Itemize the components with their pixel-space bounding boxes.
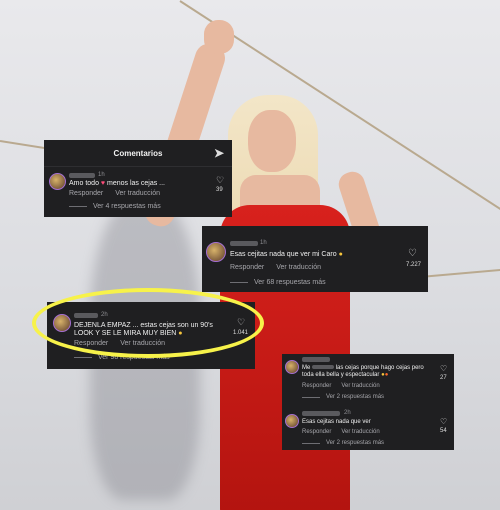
username-blurred[interactable]: [302, 357, 330, 362]
like-heart-icon[interactable]: ♡: [440, 364, 447, 373]
comments-panel-top: Comentarios ➤ 1h Amo todo ♥ menos las ce…: [44, 140, 232, 217]
comment-time: 2h: [344, 410, 351, 416]
rope: [419, 268, 500, 278]
comment-text: Amo todo ♥ menos las cejas ...: [69, 180, 165, 187]
comment-actions: Responder Ver traducción: [302, 429, 380, 435]
comments-header: Comentarios ➤: [44, 140, 232, 167]
like-count: 54: [440, 428, 447, 434]
face: [248, 110, 296, 172]
like-heart-icon[interactable]: ♡: [440, 417, 447, 426]
view-replies-button[interactable]: Ver 2 respuestas más: [302, 440, 384, 446]
comment-time: 1h: [98, 172, 105, 178]
yellow-highlight-ellipse: [32, 288, 264, 358]
emoji-icon: ●: [338, 251, 343, 258]
translate-button[interactable]: Ver traducción: [341, 383, 379, 389]
send-icon[interactable]: ➤: [214, 146, 224, 160]
comment-text: Esas cejitas nada que ver: [302, 419, 371, 425]
like-heart-icon[interactable]: ♡: [408, 248, 417, 259]
translate-button[interactable]: Ver traducción: [115, 190, 160, 197]
avatar[interactable]: [206, 242, 226, 262]
comments-title: Comentarios: [113, 148, 163, 158]
translate-button[interactable]: Ver traducción: [341, 429, 379, 435]
comment-actions: Responder Ver traducción: [302, 383, 380, 389]
view-replies-button[interactable]: Ver 68 respuestas más: [230, 279, 326, 286]
comment-text: Esas cejitas nada que ver mi Caro ●: [230, 251, 343, 258]
translate-button[interactable]: Ver traducción: [276, 264, 321, 271]
username-blurred: [312, 365, 335, 370]
avatar[interactable]: [285, 360, 299, 374]
comment-actions: Responder Ver traducción: [69, 190, 160, 197]
fire-icon: ●: [384, 372, 389, 378]
reply-button[interactable]: Responder: [302, 383, 331, 389]
username-blurred[interactable]: [302, 411, 340, 416]
view-replies-button[interactable]: Ver 4 respuestas más: [69, 203, 161, 210]
comments-panel-bottom-right: Me las cejas porque hago cejas pero toda…: [282, 354, 454, 450]
comment-time: 1h: [260, 240, 267, 246]
avatar[interactable]: [285, 414, 299, 428]
heart-emoji-icon: ♥: [100, 180, 106, 187]
like-heart-icon[interactable]: ♡: [216, 175, 224, 186]
username-blurred[interactable]: [69, 173, 95, 178]
reply-button[interactable]: Responder: [69, 190, 103, 197]
comment-panel-mid: 1h Esas cejitas nada que ver mi Caro ● R…: [202, 226, 428, 292]
comment-actions: Responder Ver traducción: [230, 264, 321, 271]
hand-left: [204, 20, 234, 54]
comment-text: Me las cejas porque hago cejas pero toda…: [302, 365, 424, 378]
like-count: 39: [216, 187, 223, 193]
like-count: 27: [440, 375, 447, 381]
username-blurred[interactable]: [230, 241, 258, 246]
view-replies-button[interactable]: Ver 2 respuestas más: [302, 394, 384, 400]
reply-button[interactable]: Responder: [230, 264, 264, 271]
reply-button[interactable]: Responder: [302, 429, 331, 435]
avatar[interactable]: [49, 173, 66, 190]
like-count: 7.227: [406, 262, 422, 268]
